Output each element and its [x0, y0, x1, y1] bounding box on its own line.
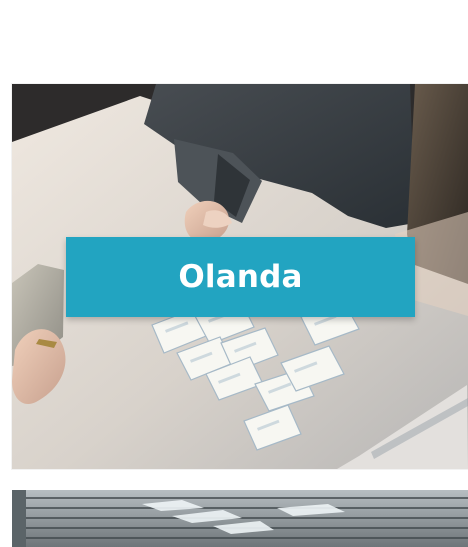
card-title-link[interactable]: Olanda [66, 237, 415, 317]
window-blinds-photo [12, 490, 468, 547]
article-card[interactable]: Olanda [12, 84, 468, 469]
next-article-card[interactable] [12, 490, 468, 547]
